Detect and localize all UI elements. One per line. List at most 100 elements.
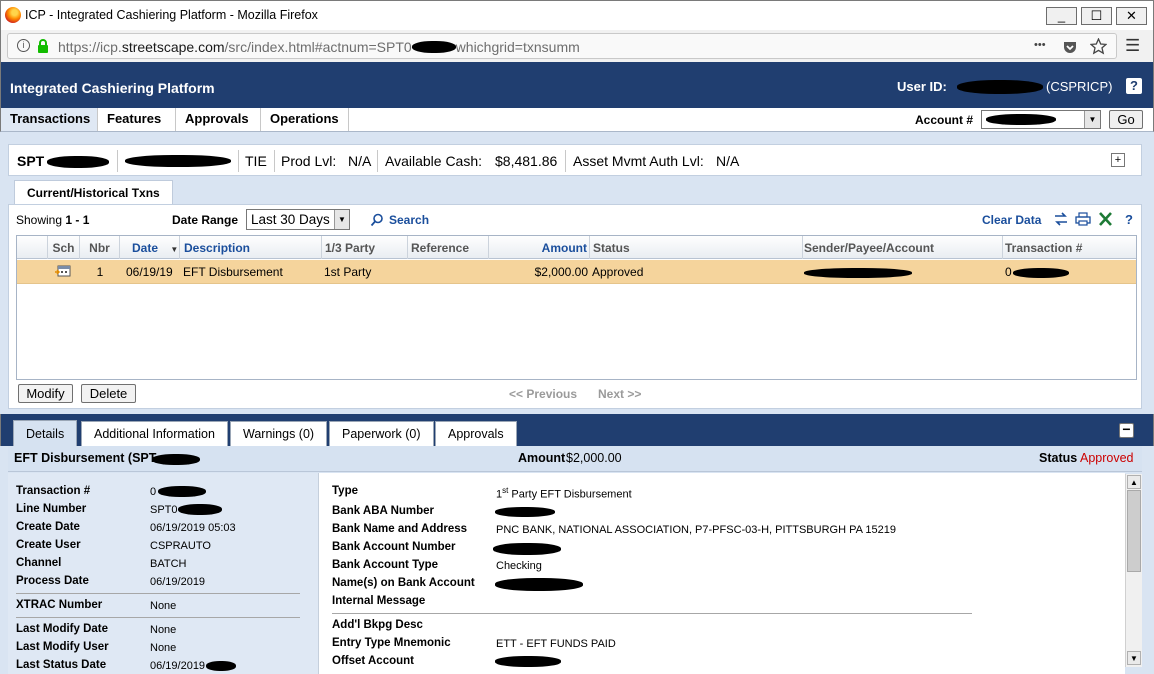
account-label: Account #: [915, 113, 974, 127]
transaction-number-value: 0: [150, 486, 157, 498]
scroll-up-icon[interactable]: ▲: [1127, 475, 1141, 489]
line-number-label: Line Number: [16, 503, 87, 515]
redaction: [495, 656, 561, 667]
col-sch[interactable]: Sch: [48, 236, 80, 259]
refresh-swap-icon[interactable]: [1053, 212, 1069, 226]
collapse-icon[interactable]: −: [1119, 422, 1134, 438]
help-icon[interactable]: ?: [1126, 78, 1142, 94]
site-info-icon[interactable]: i: [17, 39, 30, 52]
go-button[interactable]: Go: [1109, 110, 1143, 129]
delete-button[interactable]: Delete: [81, 384, 136, 403]
tab-warnings[interactable]: Warnings (0): [230, 421, 328, 446]
help-icon[interactable]: ?: [1125, 212, 1133, 227]
channel-label: Channel: [16, 557, 62, 569]
sort-desc-icon: ▼: [170, 245, 179, 254]
redaction: [125, 155, 231, 167]
date-range-select[interactable]: Last 30 Days ▼: [246, 209, 350, 230]
col-party[interactable]: 1/3 Party: [322, 236, 408, 259]
aba-label: Bank ABA Number: [332, 505, 435, 517]
divider: [16, 593, 300, 594]
clear-data-link[interactable]: Clear Data: [982, 213, 1041, 227]
bank-name-value: PNC BANK, NATIONAL ASSOCIATION, P7-PFSC-…: [496, 524, 896, 536]
type-value: 1st Party EFT Disbursement: [496, 486, 632, 501]
detail-scrollbar[interactable]: ▲ ▼: [1125, 474, 1142, 667]
nav-tab-features[interactable]: Features: [98, 108, 176, 131]
col-status[interactable]: Status: [590, 236, 803, 259]
col-transaction-no[interactable]: Transaction #: [1003, 236, 1136, 259]
offset-account-label: Offset Account: [332, 655, 414, 667]
firefox-logo-icon: [5, 7, 21, 23]
detail-title: EFT Disbursement (SPT-: [14, 451, 160, 465]
divider: [377, 150, 378, 172]
redaction: [986, 114, 1056, 125]
previous-link[interactable]: << Previous: [509, 387, 577, 401]
redaction: [804, 268, 912, 278]
tab-paperwork[interactable]: Paperwork (0): [329, 421, 434, 446]
cell-nbr: 1: [96, 265, 104, 279]
hamburger-menu-icon[interactable]: ☰: [1125, 36, 1140, 56]
bank-account-number-label: Bank Account Number: [332, 541, 456, 553]
type-text: Party EFT Disbursement: [508, 488, 632, 501]
nav-tab-transactions[interactable]: Transactions: [1, 108, 98, 131]
col-date-label: Date: [132, 241, 159, 255]
transactions-panel: Showing 1 - 1 Date Range Last 30 Days ▼ …: [8, 204, 1142, 409]
expand-icon[interactable]: +: [1111, 153, 1125, 167]
col-date[interactable]: Date ▼: [120, 236, 180, 259]
col-amount[interactable]: Amount: [489, 236, 590, 259]
redaction: [206, 661, 236, 671]
main-nav: Transactions Features Approvals Operatio…: [0, 108, 1154, 132]
app-title: Integrated Cashiering Platform: [10, 80, 215, 96]
col-sender[interactable]: Sender/Payee/Account: [803, 236, 1003, 259]
cell-description: EFT Disbursement: [183, 265, 283, 279]
url-text: https://icp.streetscape.com/src/index.ht…: [58, 39, 580, 55]
cell-transaction-no: 0: [1005, 265, 1012, 279]
url-bar[interactable]: i https://icp.streetscape.com/src/index.…: [7, 33, 1117, 59]
create-date-label: Create Date: [16, 521, 80, 533]
account-select[interactable]: ▼: [981, 110, 1101, 129]
col-description[interactable]: Description: [180, 236, 322, 259]
process-date-value: 06/19/2019: [150, 576, 206, 588]
close-button[interactable]: ✕: [1116, 7, 1147, 25]
showing-label: Showing: [16, 213, 63, 227]
modify-button[interactable]: Modify: [18, 384, 73, 403]
tab-additional-information[interactable]: Additional Information: [81, 421, 228, 446]
available-cash-value: $8,481.86: [495, 153, 558, 169]
grid-header: Sch Nbr Date ▼ Description 1/3 Party Ref…: [17, 236, 1136, 259]
schedule-icon[interactable]: [55, 265, 71, 278]
print-icon[interactable]: [1075, 212, 1091, 226]
redaction: [1013, 268, 1069, 278]
maximize-button[interactable]: ☐: [1081, 7, 1112, 25]
redaction: [493, 543, 561, 555]
tie-label: TIE: [245, 153, 267, 169]
channel-value: BATCH: [150, 558, 187, 570]
search-link[interactable]: Search: [389, 213, 429, 227]
divider: [117, 150, 118, 172]
tab-approvals[interactable]: Approvals: [435, 421, 517, 446]
col-nbr[interactable]: Nbr: [80, 236, 120, 259]
tab-current-historical[interactable]: Current/Historical Txns: [14, 180, 173, 204]
search-icon[interactable]: [370, 213, 384, 227]
chevron-down-icon: ▼: [1084, 111, 1100, 128]
date-range-value: Last 30 Days: [251, 212, 330, 227]
col-reference[interactable]: Reference: [408, 236, 489, 259]
table-row[interactable]: 1 06/19/19 EFT Disbursement 1st Party $2…: [17, 260, 1136, 284]
scroll-down-icon[interactable]: ▼: [1127, 651, 1141, 665]
scroll-thumb[interactable]: [1127, 490, 1141, 572]
detail-right-panel: Type 1st Party EFT Disbursement Bank ABA…: [318, 473, 1125, 674]
lock-icon: [38, 39, 48, 53]
tab-details[interactable]: Details: [13, 420, 78, 446]
detail-status-value: Approved: [1080, 451, 1134, 465]
last-status-date-value: 06/19/2019: [150, 660, 206, 672]
excel-export-icon[interactable]: [1098, 212, 1113, 226]
pocket-icon[interactable]: [1062, 39, 1078, 55]
col-select: [17, 236, 48, 259]
entry-mnemonic-label: Entry Type Mnemonic: [332, 637, 451, 649]
bookmark-star-icon[interactable]: [1090, 38, 1107, 55]
minimize-button[interactable]: _: [1046, 7, 1077, 25]
nav-tab-operations[interactable]: Operations: [261, 108, 349, 131]
create-date-value: 06/19/2019 05:03: [150, 522, 236, 534]
next-link[interactable]: Next >>: [598, 387, 641, 401]
page-actions-icon[interactable]: •••: [1034, 39, 1046, 51]
nav-tab-approvals[interactable]: Approvals: [176, 108, 261, 131]
account-info-bar: SPT TIE Prod Lvl: N/A Available Cash: $8…: [8, 144, 1142, 176]
